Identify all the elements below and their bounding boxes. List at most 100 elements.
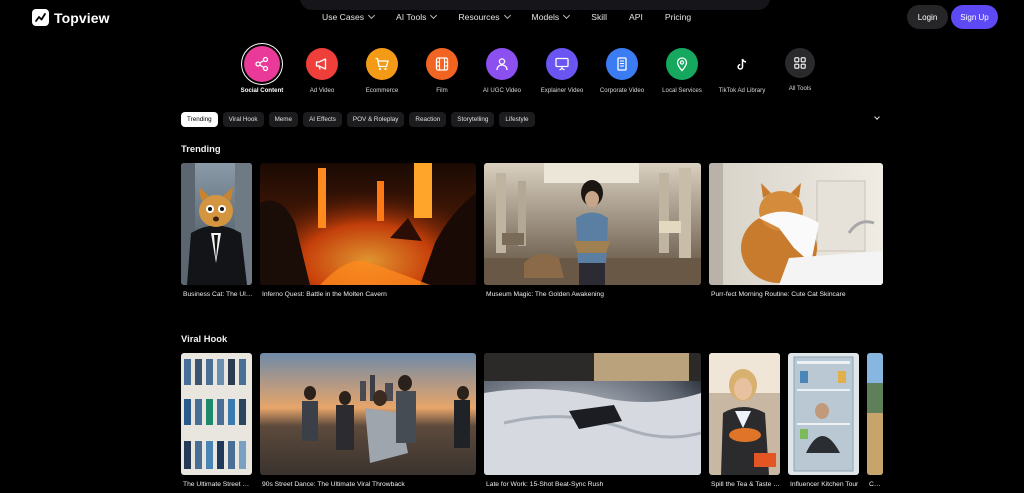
presentation-icon <box>546 48 578 80</box>
video-thumbnail <box>484 353 701 475</box>
tag-meme[interactable]: Meme <box>268 112 299 127</box>
video-thumbnail <box>788 353 859 475</box>
video-thumbnail <box>709 353 780 475</box>
video-title: Inferno Quest: Battle in the Molten Cave… <box>262 291 387 298</box>
category-label: All Tools <box>788 85 812 92</box>
login-button[interactable]: Login <box>907 5 948 29</box>
chevron-down-icon <box>430 11 438 20</box>
video-card[interactable] <box>181 353 252 475</box>
video-title: The Ultimate Street Style <box>183 481 253 488</box>
expand-tags-button[interactable] <box>871 112 883 124</box>
nav-api[interactable]: API <box>629 12 643 22</box>
nav-label: Models <box>531 12 560 22</box>
video-card[interactable] <box>709 163 883 285</box>
nav-skill[interactable]: Skill <box>591 12 607 22</box>
nav-pricing[interactable]: Pricing <box>665 12 691 22</box>
tag-pov-roleplay[interactable]: POV & Roleplay <box>346 112 405 127</box>
film-icon <box>426 48 458 80</box>
category-label: Film <box>436 87 448 94</box>
category-label: Ecommerce <box>365 87 399 94</box>
video-title: Late for Work: 15-Shot Beat-Sync Rush <box>486 481 604 488</box>
video-title: Spill the Tea & Taste Test <box>711 481 781 488</box>
video-card[interactable] <box>788 353 859 475</box>
tag-lifestyle[interactable]: Lifestyle <box>499 112 535 127</box>
category-label: AI UGC Video <box>482 87 522 94</box>
video-title: Purr-fect Morning Routine: Cute Cat Skin… <box>711 291 846 298</box>
category-tiktok-ad-library[interactable]: TikTok Ad Library <box>712 48 772 94</box>
category-corporate-video[interactable]: Corporate Video <box>592 48 652 94</box>
video-thumbnail <box>181 353 252 475</box>
tag-ai-effects[interactable]: AI Effects <box>303 112 342 127</box>
video-card[interactable] <box>484 353 701 475</box>
category-social-content[interactable]: Social Content <box>232 46 292 94</box>
nav-ai-tools[interactable]: AI Tools <box>396 11 438 22</box>
tag-filter-bar: Trending Viral Hook Meme AI Effects POV … <box>181 112 535 127</box>
category-ecommerce[interactable]: Ecommerce <box>352 48 412 94</box>
category-ai-ugc-video[interactable]: AI UGC Video <box>472 48 532 94</box>
nav-use-cases[interactable]: Use Cases <box>322 11 376 22</box>
brand-name: Topview <box>54 9 110 26</box>
topview-logo-icon <box>32 9 49 26</box>
grid-icon <box>785 48 815 78</box>
category-label: Explainer Video <box>540 87 584 94</box>
category-label: Ad Video <box>309 87 335 94</box>
video-title: Museum Magic: The Golden Awakening <box>486 291 604 298</box>
video-thumbnail <box>260 353 476 475</box>
video-card[interactable] <box>260 353 476 475</box>
nav-label: API <box>629 12 643 22</box>
category-film[interactable]: Film <box>412 48 472 94</box>
nav-glow <box>300 0 770 10</box>
section-title-viral-hook: Viral Hook <box>181 333 228 344</box>
tag-viral-hook[interactable]: Viral Hook <box>222 112 264 127</box>
chevron-down-icon <box>563 11 571 20</box>
video-thumbnail <box>260 163 476 285</box>
video-card[interactable] <box>260 163 476 285</box>
share-icon <box>244 46 280 82</box>
chevron-down-icon <box>503 11 511 20</box>
user-icon <box>486 48 518 80</box>
video-title: Collection <box>869 481 883 488</box>
category-all-tools[interactable]: All Tools <box>770 48 830 92</box>
category-label: Corporate Video <box>599 87 645 94</box>
video-thumbnail <box>709 163 883 285</box>
category-label: Local Services <box>662 87 702 94</box>
video-title: 90s Street Dance: The Ultimate Viral Thr… <box>262 481 405 488</box>
video-card[interactable] <box>867 353 883 475</box>
nav-label: Pricing <box>664 12 692 22</box>
category-label: Social Content <box>240 87 284 94</box>
logo[interactable]: Topview <box>32 9 110 26</box>
video-title: Influencer Kitchen Tour <box>790 481 859 488</box>
nav-label: Use Cases <box>322 12 365 22</box>
tag-reaction[interactable]: Reaction <box>409 112 447 127</box>
video-card[interactable] <box>484 163 701 285</box>
map-pin-icon <box>666 48 698 80</box>
video-thumbnail <box>484 163 701 285</box>
category-ad-video[interactable]: Ad Video <box>292 48 352 94</box>
tag-trending[interactable]: Trending <box>181 112 218 127</box>
tiktok-icon <box>726 48 758 80</box>
category-local-services[interactable]: Local Services <box>652 48 712 94</box>
video-thumbnail <box>867 353 883 475</box>
cart-icon <box>366 48 398 80</box>
video-card[interactable] <box>709 353 780 475</box>
category-explainer-video[interactable]: Explainer Video <box>532 48 592 94</box>
video-title: Business Cat: The Ultimate Boss <box>183 291 253 298</box>
tag-storytelling[interactable]: Storytelling <box>451 112 495 127</box>
top-nav-bar: Topview Use Cases AI Tools Resources Mod… <box>0 0 1024 36</box>
video-card[interactable] <box>181 163 252 285</box>
main-nav: Use Cases AI Tools Resources Models Skil… <box>322 11 713 22</box>
nav-label: Resources <box>458 12 500 22</box>
category-label: TikTok Ad Library <box>718 87 766 94</box>
nav-label: AI Tools <box>396 12 427 22</box>
megaphone-icon <box>306 48 338 80</box>
nav-resources[interactable]: Resources <box>458 11 511 22</box>
nav-models[interactable]: Models <box>531 11 571 22</box>
video-thumbnail <box>181 163 252 285</box>
nav-label: Skill <box>591 12 607 22</box>
category-row: Social Content Ad Video Ecommerce Film A… <box>238 46 830 100</box>
building-icon <box>606 48 638 80</box>
chevron-down-icon <box>367 11 376 20</box>
section-title-trending: Trending <box>181 143 221 154</box>
chevron-down-icon <box>874 114 880 120</box>
signup-button[interactable]: Sign Up <box>951 5 998 29</box>
